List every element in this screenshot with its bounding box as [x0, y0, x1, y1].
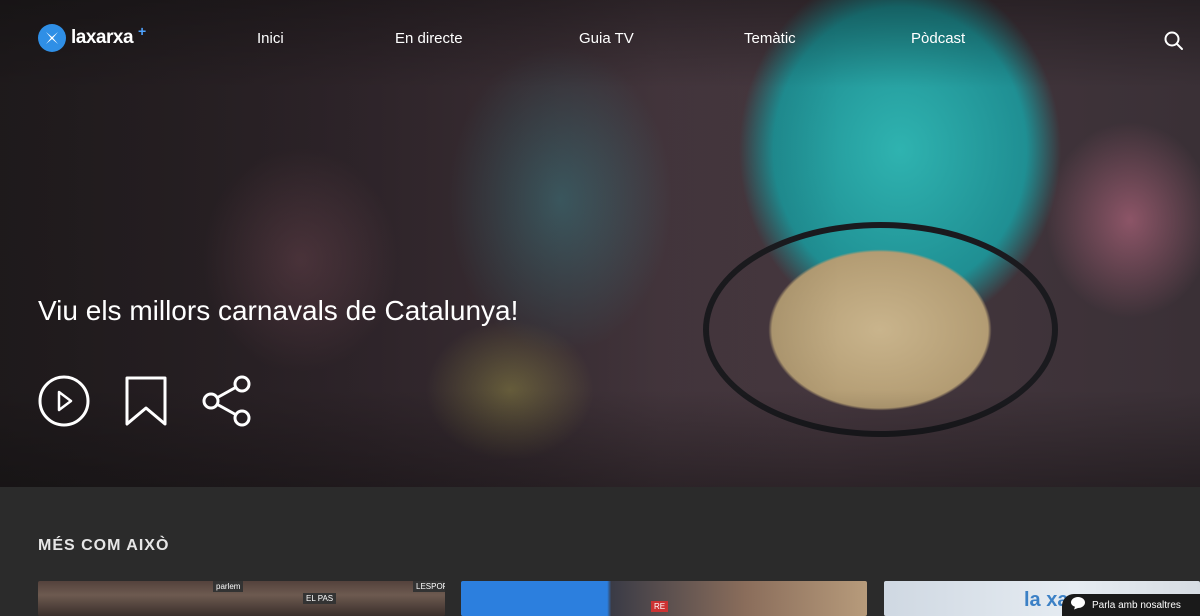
brand-name: laxarxa	[71, 27, 134, 48]
brand-logo[interactable]: laxarxa +	[38, 23, 147, 52]
card-tag: RE	[651, 601, 669, 612]
chat-label: Parla amb nosaltres	[1092, 599, 1181, 611]
card-tag: EL PAS	[303, 593, 337, 604]
play-icon[interactable]	[38, 375, 90, 432]
share-icon[interactable]	[200, 374, 254, 433]
chat-button[interactable]: Parla amb nosaltres	[1062, 594, 1200, 616]
chat-bubble-icon	[1070, 596, 1086, 615]
nav-link-podcast[interactable]: Pòdcast	[911, 30, 965, 47]
card-tag: parlem	[213, 581, 244, 592]
logo-mark-icon	[38, 24, 66, 52]
bookmark-icon[interactable]	[122, 375, 170, 432]
nav-link-guia-tv[interactable]: Guia TV	[579, 30, 634, 47]
nav-link-inici[interactable]: Inici	[257, 30, 284, 47]
hero-actions	[38, 374, 254, 433]
nav-link-en-directe[interactable]: En directe	[395, 30, 463, 47]
nav-link-tematic[interactable]: Temàtic	[744, 30, 796, 47]
content-card[interactable]: parlem EL PAS LESPORT	[38, 581, 445, 616]
content-card[interactable]: RE	[461, 581, 867, 616]
section-title: MÉS COM AIXÒ	[38, 537, 170, 554]
top-navigation: laxarxa + Inici En directe Guia TV Temàt…	[0, 0, 1200, 78]
search-icon[interactable]	[1163, 30, 1185, 52]
hero-title: Viu els millors carnavals de Catalunya!	[38, 295, 519, 326]
card-tag: LESPORT	[413, 581, 445, 592]
brand-plus: +	[138, 23, 147, 39]
